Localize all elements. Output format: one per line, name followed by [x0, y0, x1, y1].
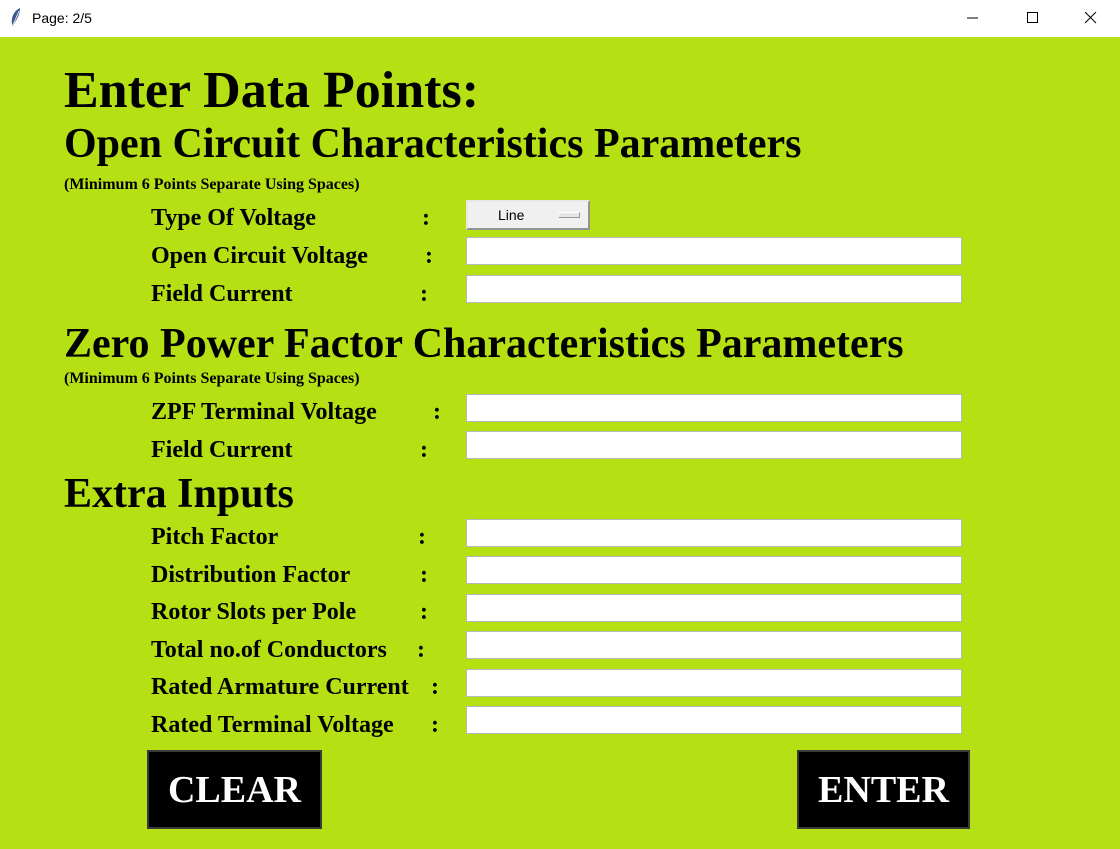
colon: :: [418, 524, 426, 550]
pitch-factor-label: Pitch Factor: [151, 524, 279, 550]
total-conductors-label: Total no.of Conductors: [151, 637, 387, 663]
colon: :: [422, 205, 430, 231]
maximize-icon: [1027, 12, 1038, 23]
distribution-factor-label: Distribution Factor: [151, 562, 351, 588]
zpf-note: (Minimum 6 Points Separate Using Spaces): [64, 370, 360, 387]
window-title: Page: 2/5: [32, 10, 92, 26]
zpf-field-current-label: Field Current: [151, 437, 293, 463]
feather-icon: [11, 8, 20, 26]
extra-section-title: Extra Inputs: [64, 471, 294, 517]
occ-section-title: Open Circuit Characteristics Parameters: [64, 121, 802, 167]
rotor-slots-label: Rotor Slots per Pole: [151, 599, 357, 625]
colon: :: [417, 637, 425, 663]
colon: :: [420, 599, 428, 625]
rated-armature-current-input[interactable]: [466, 669, 962, 697]
dropdown-indicator-icon: [558, 212, 580, 218]
type-of-voltage-label: Type Of Voltage: [151, 205, 316, 231]
title-bar: Page: 2/5: [0, 0, 1120, 37]
page-heading: Enter Data Points:: [64, 62, 480, 119]
rated-terminal-voltage-label: Rated Terminal Voltage: [151, 712, 394, 738]
occ-field-current-label: Field Current: [151, 281, 293, 307]
type-of-voltage-value: Line: [498, 207, 525, 223]
rated-terminal-voltage-input[interactable]: [466, 706, 962, 734]
type-of-voltage-dropdown[interactable]: Line: [466, 200, 590, 230]
zpf-terminal-voltage-input[interactable]: [466, 394, 962, 422]
colon: :: [433, 399, 441, 425]
app-body: Enter Data Points: Open Circuit Characte…: [0, 37, 1120, 849]
close-button[interactable]: [1068, 0, 1114, 37]
open-circuit-voltage-input[interactable]: [466, 237, 962, 265]
maximize-button[interactable]: [1010, 0, 1056, 37]
rated-armature-current-label: Rated Armature Current: [151, 674, 409, 700]
zpf-section-title: Zero Power Factor Characteristics Parame…: [64, 321, 904, 367]
distribution-factor-input[interactable]: [466, 556, 962, 584]
colon: :: [431, 674, 439, 700]
open-circuit-voltage-label: Open Circuit Voltage: [151, 243, 368, 269]
rotor-slots-input[interactable]: [466, 594, 962, 622]
total-conductors-input[interactable]: [466, 631, 962, 659]
zpf-field-current-input[interactable]: [466, 431, 962, 459]
minimize-button[interactable]: [950, 0, 996, 37]
occ-field-current-input[interactable]: [466, 275, 962, 303]
colon: :: [420, 562, 428, 588]
colon: :: [420, 437, 428, 463]
occ-note: (Minimum 6 Points Separate Using Spaces): [64, 176, 360, 193]
enter-button[interactable]: ENTER: [797, 750, 970, 829]
clear-button[interactable]: CLEAR: [147, 750, 322, 829]
colon: :: [420, 281, 428, 307]
pitch-factor-input[interactable]: [466, 519, 962, 547]
minimize-icon: [967, 17, 978, 19]
zpf-terminal-voltage-label: ZPF Terminal Voltage: [151, 399, 377, 425]
colon: :: [431, 712, 439, 738]
colon: :: [425, 243, 433, 269]
close-icon: [1085, 12, 1097, 24]
